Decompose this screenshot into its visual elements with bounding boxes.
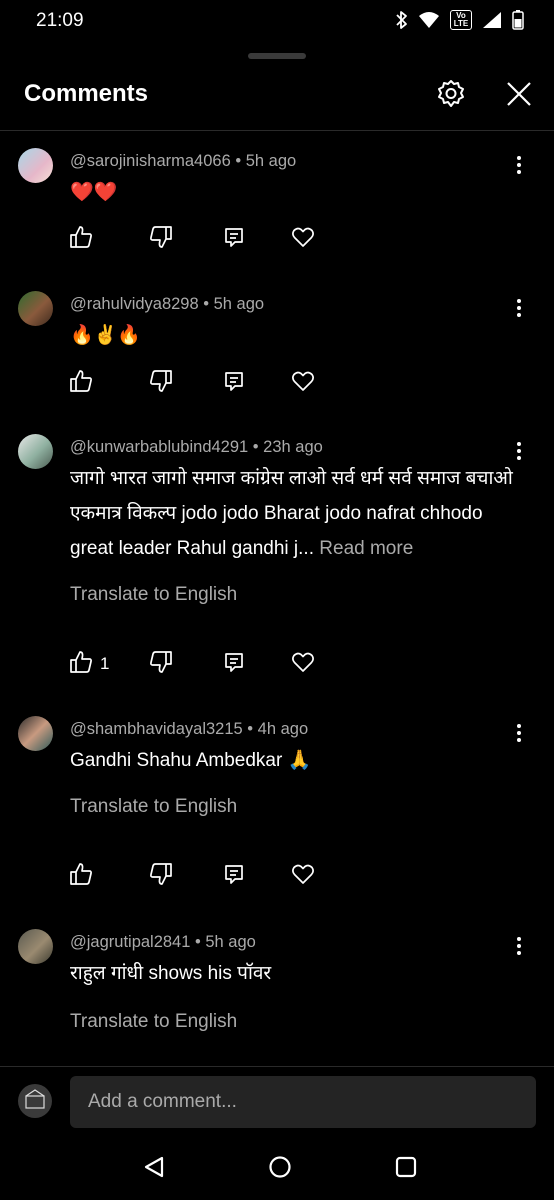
avatar[interactable] [18, 148, 53, 183]
thumbs-down-icon [148, 649, 174, 680]
drag-handle[interactable] [248, 53, 306, 59]
reply-icon [222, 650, 246, 679]
back-button[interactable] [139, 1154, 169, 1184]
reply-icon [222, 369, 246, 398]
comment-text: Gandhi Shahu Ambedkar 🙏 [70, 750, 312, 771]
like-button[interactable]: 1 [68, 649, 109, 679]
thumbs-down-icon [148, 368, 174, 399]
avatar[interactable] [18, 434, 53, 469]
comment-text: राहुल गांधी shows his पॉवर [70, 963, 272, 984]
recents-button[interactable] [391, 1154, 421, 1184]
comment-time: 5h ago [245, 152, 297, 170]
reply-icon [222, 862, 246, 891]
reply-button[interactable] [222, 861, 246, 891]
comment-input[interactable]: Add a comment... [70, 1076, 536, 1128]
home-circle-icon [268, 1155, 292, 1184]
heart-button[interactable] [290, 649, 316, 679]
comment-time: 5h ago [205, 933, 256, 951]
comment-text: जागो भारत जागो समाज कांग्रेस लाओ सर्व धर… [70, 461, 520, 566]
like-button[interactable] [68, 861, 94, 891]
more-vert-icon [517, 299, 521, 317]
avatar[interactable] [18, 291, 53, 326]
battery-icon [512, 10, 524, 30]
comment-text-content: जागो भारत जागो समाज कांग्रेस लाओ सर्व धर… [70, 468, 513, 559]
heart-icon [290, 861, 316, 892]
comment-menu-button[interactable] [508, 438, 530, 464]
close-icon [505, 80, 533, 113]
comment-meta: @kunwarbablubind4291 • 23h ago [70, 438, 323, 456]
comment-author[interactable]: @sarojinisharma4066 [70, 152, 231, 170]
reply-icon [222, 225, 246, 254]
back-triangle-icon [142, 1155, 166, 1184]
home-button[interactable] [265, 1154, 295, 1184]
comment-text: ❤️❤️ [70, 182, 118, 203]
close-button[interactable] [501, 78, 537, 114]
comment-author[interactable]: @rahulvidya8298 [70, 295, 199, 313]
comments-header: Comments [0, 68, 554, 131]
comment-meta: @rahulvidya8298 • 5h ago [70, 295, 265, 313]
comment-author[interactable]: @kunwarbablubind4291 [70, 438, 248, 456]
heart-icon [290, 224, 316, 255]
dislike-button[interactable] [148, 368, 174, 398]
settings-button[interactable] [433, 78, 469, 114]
comment-meta: @shambhavidayal3215 • 4h ago [70, 720, 309, 738]
comment-text: 🔥✌️🔥 [70, 325, 141, 346]
signal-icon [482, 11, 502, 29]
heart-button[interactable] [290, 368, 316, 398]
comment-menu-button[interactable] [508, 933, 530, 959]
wifi-icon [418, 11, 440, 29]
comment-author[interactable]: @shambhavidayal3215 [70, 720, 243, 738]
dislike-button[interactable] [148, 649, 174, 679]
like-button[interactable] [68, 224, 94, 254]
heart-icon [290, 368, 316, 399]
translate-link[interactable]: Translate to English [70, 796, 237, 818]
reply-button[interactable] [222, 224, 246, 254]
thumbs-up-icon [68, 224, 94, 255]
dislike-button[interactable] [148, 224, 174, 254]
status-bar: 21:09 Vo LTE [0, 0, 554, 44]
heart-button[interactable] [290, 861, 316, 891]
translate-link[interactable]: Translate to English [70, 584, 237, 606]
comment-menu-button[interactable] [508, 720, 530, 746]
avatar[interactable] [18, 929, 53, 964]
comment-time: 23h ago [263, 438, 323, 456]
more-vert-icon [517, 156, 521, 174]
comment-menu-button[interactable] [508, 295, 530, 321]
more-vert-icon [517, 937, 521, 955]
system-nav-bar [0, 1140, 554, 1200]
like-button[interactable] [68, 368, 94, 398]
heart-button[interactable] [290, 224, 316, 254]
composer-divider [0, 1066, 554, 1067]
read-more-link[interactable]: Read more [319, 538, 413, 559]
comment-meta: @sarojinisharma4066 • 5h ago [70, 152, 297, 170]
current-user-avatar [18, 1084, 52, 1118]
comment-time: 5h ago [213, 295, 265, 313]
gear-icon [435, 78, 467, 115]
more-vert-icon [517, 442, 521, 460]
reply-button[interactable] [222, 649, 246, 679]
volte-icon: Vo LTE [450, 10, 472, 30]
thumbs-down-icon [148, 861, 174, 892]
heart-icon [290, 649, 316, 680]
comment-meta: @jagrutipal2841 • 5h ago [70, 933, 256, 951]
comment-menu-button[interactable] [508, 152, 530, 178]
dislike-button[interactable] [148, 861, 174, 891]
thumbs-down-icon [148, 224, 174, 255]
more-vert-icon [517, 724, 521, 742]
avatar[interactable] [18, 716, 53, 751]
status-icons: Vo LTE [396, 10, 524, 30]
reply-button[interactable] [222, 368, 246, 398]
page-title: Comments [24, 80, 149, 107]
translate-link[interactable]: Translate to English [70, 1011, 237, 1033]
comment-author[interactable]: @jagrutipal2841 [70, 933, 190, 951]
thumbs-up-icon [68, 649, 94, 680]
comment-time: 4h ago [257, 720, 309, 738]
comment-input-placeholder: Add a comment... [88, 1091, 237, 1112]
thumbs-up-icon [68, 861, 94, 892]
clock: 21:09 [36, 10, 84, 31]
recents-square-icon [395, 1156, 417, 1183]
like-count: 1 [100, 654, 110, 673]
thumbs-up-icon [68, 368, 94, 399]
bluetooth-icon [396, 10, 408, 30]
